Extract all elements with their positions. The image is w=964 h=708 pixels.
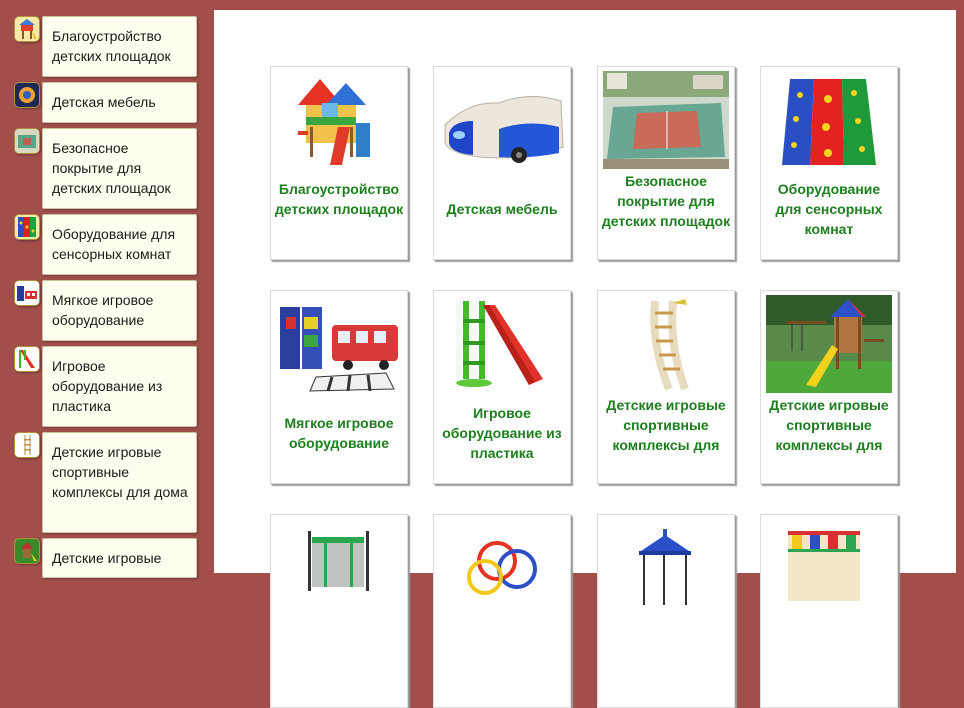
- rings-image: [439, 519, 565, 617]
- sidebar-item-label: Детские игровые спортивные комплексы для…: [42, 432, 197, 533]
- sidebar-item-label: Детские игровые: [42, 538, 197, 578]
- ladder-icon: [14, 432, 40, 458]
- catalog-card-rings[interactable]: [433, 514, 571, 708]
- soft-toys-icon: [14, 280, 40, 306]
- sidebar-item-label: Игровое оборудование из пластика: [42, 346, 197, 427]
- catalog-card-safe-surface[interactable]: Безопасное покрытие для детских площадок: [597, 66, 735, 260]
- plastic-slide-icon: [14, 346, 40, 372]
- sidebar-item-label: Благоустройство детских площадок: [42, 16, 197, 77]
- catalog-card-playgrounds[interactable]: Благоустройство детских площадок: [270, 66, 408, 260]
- sidebar-item-label: Оборудование для сенсорных комнат: [42, 214, 197, 275]
- catalog-card-indoor[interactable]: [760, 514, 898, 708]
- indoor-playground-image: [766, 519, 892, 617]
- catalog-panel: Благоустройство детских площадок Детская…: [214, 10, 956, 708]
- furniture-icon: [14, 82, 40, 108]
- sports-court-image: [603, 71, 729, 169]
- wall-ladder-image: [603, 295, 729, 393]
- plastic-slide-image: [439, 295, 565, 393]
- catalog-card-plastic[interactable]: Игровое оборудование из пластика: [433, 290, 571, 484]
- catalog-card-home-sport[interactable]: Детские игровые спортивные комплексы для: [597, 290, 735, 484]
- court-icon: [14, 128, 40, 154]
- catalog-card-furniture[interactable]: Детская мебель: [433, 66, 571, 260]
- card-label: Детские игровые спортивные комплексы для: [606, 397, 726, 453]
- soft-blocks-image: [276, 295, 402, 393]
- catalog-card-gazebo[interactable]: [597, 514, 735, 708]
- sensory-mat-image: [766, 71, 892, 169]
- sidebar-menu: Благоустройство детских площадок Детская…: [0, 0, 206, 578]
- playground-icon: [14, 16, 40, 42]
- catalog-card-outdoor-sport[interactable]: Детские игровые спортивные комплексы для: [760, 290, 898, 484]
- playground-house-image: [276, 71, 402, 169]
- sidebar-item-label: Детская мебель: [42, 82, 197, 123]
- card-label: Детские игровые спортивные комплексы для: [769, 397, 889, 453]
- card-label: Игровое оборудование из пластика: [442, 405, 562, 461]
- card-label: Детская мебель: [446, 201, 558, 217]
- catalog-card-soft[interactable]: Мягкое игровое оборудование: [270, 290, 408, 484]
- sidebar-item-label: Безопасное покрытие для детских площадок: [42, 128, 197, 209]
- card-label: Безопасное покрытие для детских площадок: [601, 173, 731, 229]
- card-label: Благоустройство детских площадок: [274, 181, 404, 217]
- card-label: Оборудование для сенсорных комнат: [775, 181, 883, 237]
- catalog-card-sensory[interactable]: Оборудование для сенсорных комнат: [760, 66, 898, 260]
- sensory-mat-icon: [14, 214, 40, 240]
- outdoor-complex-image: [766, 295, 892, 393]
- trampoline-image: [276, 519, 402, 617]
- card-label: Мягкое игровое оборудование: [284, 415, 394, 451]
- sidebar-item-label: Мягкое игровое оборудование: [42, 280, 197, 341]
- car-bed-image: [439, 71, 565, 169]
- catalog-card-trampoline[interactable]: [270, 514, 408, 708]
- outdoor-complex-icon: [14, 538, 40, 564]
- gazebo-image: [603, 519, 729, 617]
